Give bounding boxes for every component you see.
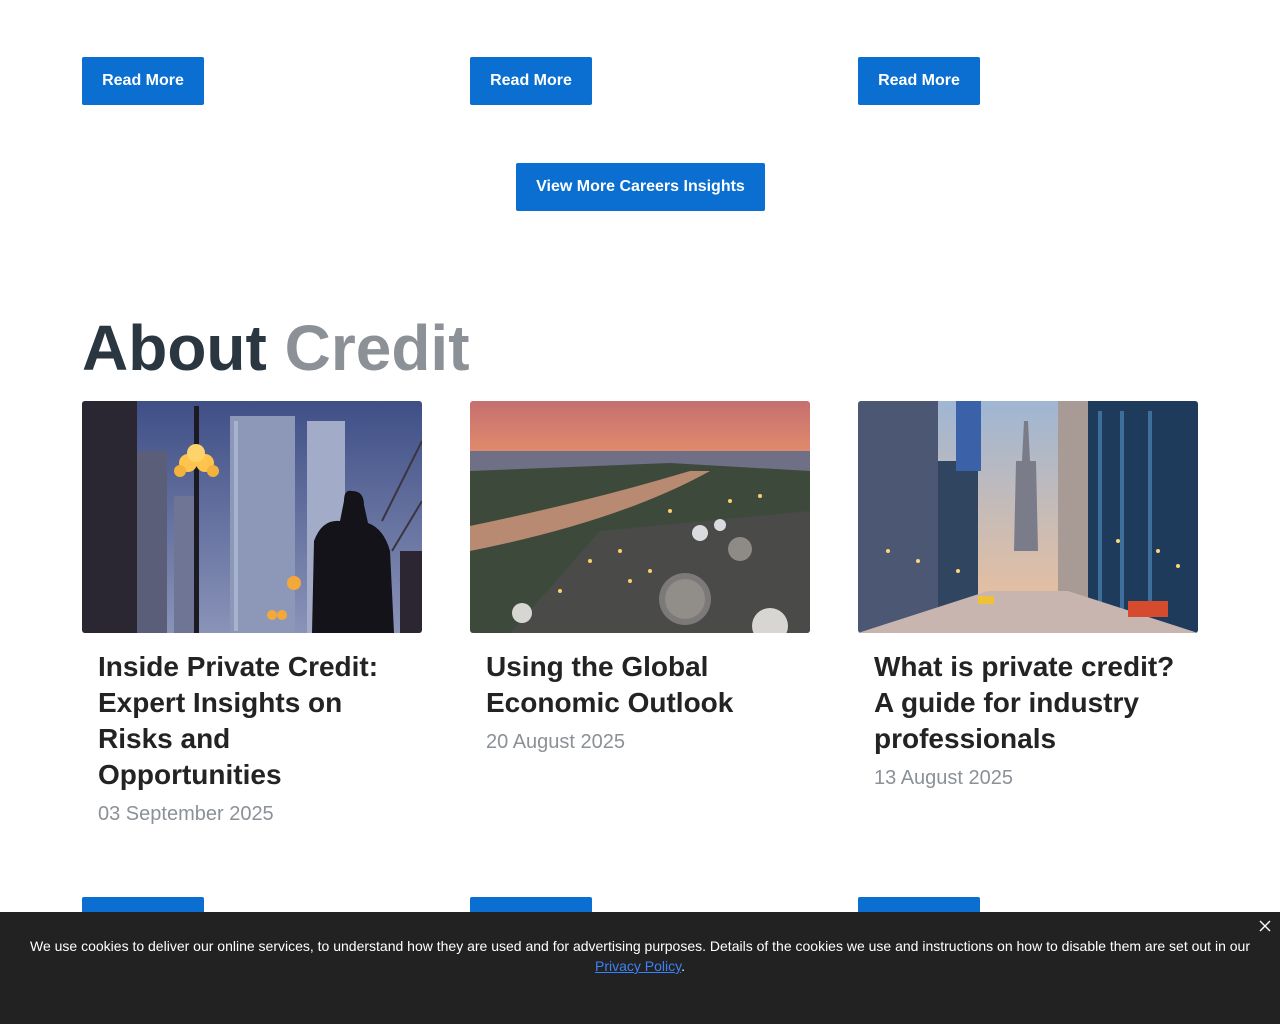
cookie-text-end: . <box>681 958 685 974</box>
close-icon[interactable] <box>1258 918 1272 932</box>
read-more-button[interactable]: Read More <box>82 57 204 105</box>
article-image[interactable] <box>470 401 810 633</box>
article-card[interactable]: Inside Private Credit: Expert Insights o… <box>82 401 422 826</box>
article-date: 20 August 2025 <box>486 731 626 753</box>
article-image[interactable] <box>82 401 422 633</box>
article-title[interactable]: What is private credit? A guide for indu… <box>874 649 1182 757</box>
privacy-policy-link[interactable]: Privacy Policy <box>595 958 681 974</box>
article-card[interactable]: What is private credit? A guide for indu… <box>858 401 1198 790</box>
article-card[interactable]: Using the Global Economic Outlook 20 Aug… <box>470 401 810 754</box>
read-more-button[interactable]: Read More <box>858 57 980 105</box>
article-date: 03 September 2025 <box>98 803 274 825</box>
read-more-button[interactable]: Read More <box>470 57 592 105</box>
article-date: 13 August 2025 <box>874 767 1014 789</box>
view-more-careers-insights-button[interactable]: View More Careers Insights <box>516 163 765 211</box>
article-title[interactable]: Using the Global Economic Outlook <box>486 649 794 721</box>
cookie-text: We use cookies to deliver our online ser… <box>30 938 1250 954</box>
article-image[interactable] <box>858 401 1198 633</box>
section-title-part1: About <box>82 312 267 384</box>
section-title-part2: Credit <box>284 312 470 384</box>
cookie-banner: We use cookies to deliver our online ser… <box>0 912 1280 1024</box>
article-title[interactable]: Inside Private Credit: Expert Insights o… <box>98 649 406 793</box>
section-title: About Credit <box>82 310 470 386</box>
